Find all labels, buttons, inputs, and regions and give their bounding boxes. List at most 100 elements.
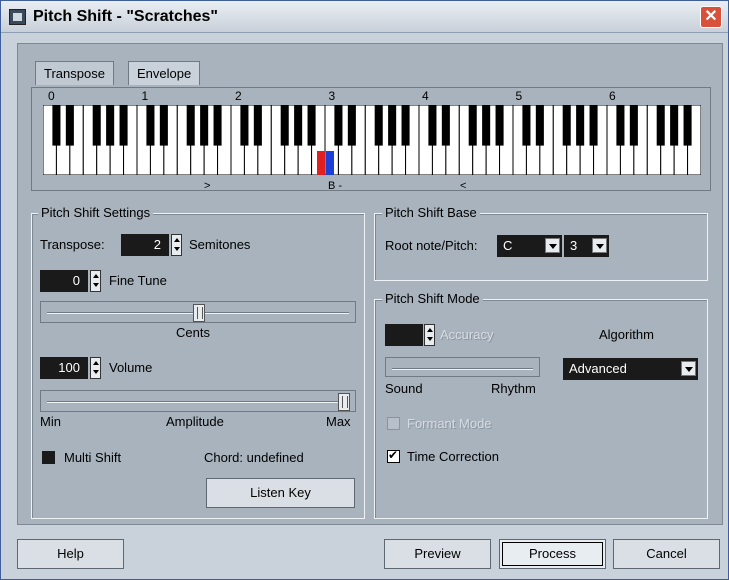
black-key[interactable] [106, 105, 115, 146]
accuracy-field[interactable] [385, 324, 423, 346]
chevron-down-icon[interactable] [681, 361, 696, 376]
black-key[interactable] [52, 105, 61, 146]
root-key-highlight [317, 151, 325, 175]
octave-label: 5 [515, 89, 523, 103]
accuracy-label: Accuracy [440, 327, 494, 342]
listen-key-button[interactable]: Listen Key [206, 478, 355, 508]
black-key[interactable] [495, 105, 504, 146]
help-button[interactable]: Help [17, 539, 124, 569]
pitch-shift-settings-title: Pitch Shift Settings [38, 205, 154, 220]
accuracy-stepper[interactable] [424, 324, 435, 346]
root-note-label: Root note/Pitch: [385, 238, 478, 253]
multi-shift-label: Multi Shift [64, 450, 122, 465]
cancel-button[interactable]: Cancel [613, 539, 720, 569]
window-title: Pitch Shift - "Scratches" [33, 8, 218, 25]
fine-tune-label: Fine Tune [109, 273, 167, 288]
black-key[interactable] [334, 105, 343, 146]
black-key[interactable] [347, 105, 356, 146]
process-button[interactable]: Process [499, 539, 606, 569]
black-key[interactable] [576, 105, 585, 146]
root-octave-dropdown[interactable]: 3 [564, 235, 609, 257]
black-key[interactable] [616, 105, 625, 146]
amplitude-min-label: Min [40, 414, 61, 429]
black-key[interactable] [92, 105, 101, 146]
transpose-label: Transpose: [40, 237, 105, 252]
multi-shift-checkbox[interactable] [42, 451, 55, 464]
octave-label: 0 [48, 89, 55, 103]
black-key[interactable] [656, 105, 665, 146]
black-key[interactable] [388, 105, 397, 146]
black-key[interactable] [146, 105, 155, 146]
sound-label: Sound [385, 381, 423, 396]
black-key[interactable] [428, 105, 437, 146]
app-icon [9, 9, 26, 25]
black-key[interactable] [629, 105, 638, 146]
fine-tune-stepper[interactable] [90, 270, 101, 292]
black-key[interactable] [670, 105, 679, 146]
black-key[interactable] [468, 105, 477, 146]
target-key-highlight [326, 151, 334, 175]
transpose-stepper[interactable] [171, 234, 182, 256]
black-key[interactable] [374, 105, 383, 146]
time-correction-label: Time Correction [407, 449, 499, 464]
fine-tune-field[interactable]: 0 [40, 270, 88, 292]
time-correction-checkbox[interactable] [387, 448, 400, 463]
algorithm-value: Advanced [569, 361, 627, 376]
black-key[interactable] [65, 105, 74, 146]
volume-stepper[interactable] [90, 357, 101, 379]
black-key[interactable] [441, 105, 450, 146]
algorithm-label: Algorithm [599, 327, 654, 342]
octave-label: 3 [328, 89, 336, 103]
black-key[interactable] [240, 105, 249, 146]
slider-track [47, 401, 349, 402]
black-key[interactable] [307, 105, 316, 146]
black-key[interactable] [535, 105, 544, 146]
black-key[interactable] [213, 105, 222, 146]
volume-slider-thumb[interactable] [338, 393, 350, 411]
black-key[interactable] [589, 105, 598, 146]
formant-mode-label: Formant Mode [407, 416, 492, 431]
volume-label: Volume [109, 360, 153, 375]
range-high-marker: < [460, 180, 467, 192]
close-button[interactable]: ✕ [700, 6, 722, 28]
octave-label: 2 [235, 89, 242, 103]
black-key[interactable] [401, 105, 410, 146]
title-bar: Pitch Shift - "Scratches" ✕ [1, 1, 728, 33]
black-key[interactable] [200, 105, 209, 146]
volume-field[interactable]: 100 [40, 357, 88, 379]
black-key[interactable] [522, 105, 531, 146]
octave-label: 1 [141, 89, 149, 103]
preview-button[interactable]: Preview [384, 539, 491, 569]
black-key[interactable] [562, 105, 571, 146]
tab-envelope[interactable]: Envelope [128, 61, 201, 85]
root-octave-value: 3 [570, 238, 578, 253]
formant-mode-checkbox[interactable] [387, 417, 400, 430]
fine-tune-slider-thumb[interactable] [193, 304, 205, 322]
fine-tune-slider[interactable] [40, 301, 356, 323]
sound-rhythm-slider[interactable] [385, 357, 540, 377]
black-key[interactable] [119, 105, 128, 146]
black-key[interactable] [683, 105, 692, 146]
black-key[interactable] [186, 105, 195, 146]
root-note-marker: B - [328, 180, 343, 192]
pitch-shift-base-title: Pitch Shift Base [382, 205, 480, 220]
black-key[interactable] [159, 105, 168, 146]
piano-keyboard[interactable] [43, 105, 701, 175]
range-low-marker: > [204, 180, 211, 192]
root-note-value: C [503, 238, 513, 253]
chevron-down-icon[interactable] [545, 238, 560, 253]
slider-track [392, 368, 533, 369]
transpose-field[interactable]: 2 [121, 234, 169, 256]
black-key[interactable] [294, 105, 303, 146]
chord-label: Chord: undefined [204, 450, 304, 465]
semitones-label: Semitones [189, 237, 251, 252]
black-key[interactable] [280, 105, 289, 146]
algorithm-dropdown[interactable]: Advanced [563, 358, 698, 380]
root-note-dropdown[interactable]: C [497, 235, 562, 257]
volume-slider[interactable] [40, 390, 356, 412]
black-key[interactable] [482, 105, 491, 146]
black-key[interactable] [253, 105, 262, 146]
chevron-down-icon[interactable] [592, 238, 607, 253]
tab-transpose[interactable]: Transpose [35, 61, 114, 85]
pitch-shift-dialog: Pitch Shift - "Scratches" ✕ Transpose En… [0, 0, 729, 580]
